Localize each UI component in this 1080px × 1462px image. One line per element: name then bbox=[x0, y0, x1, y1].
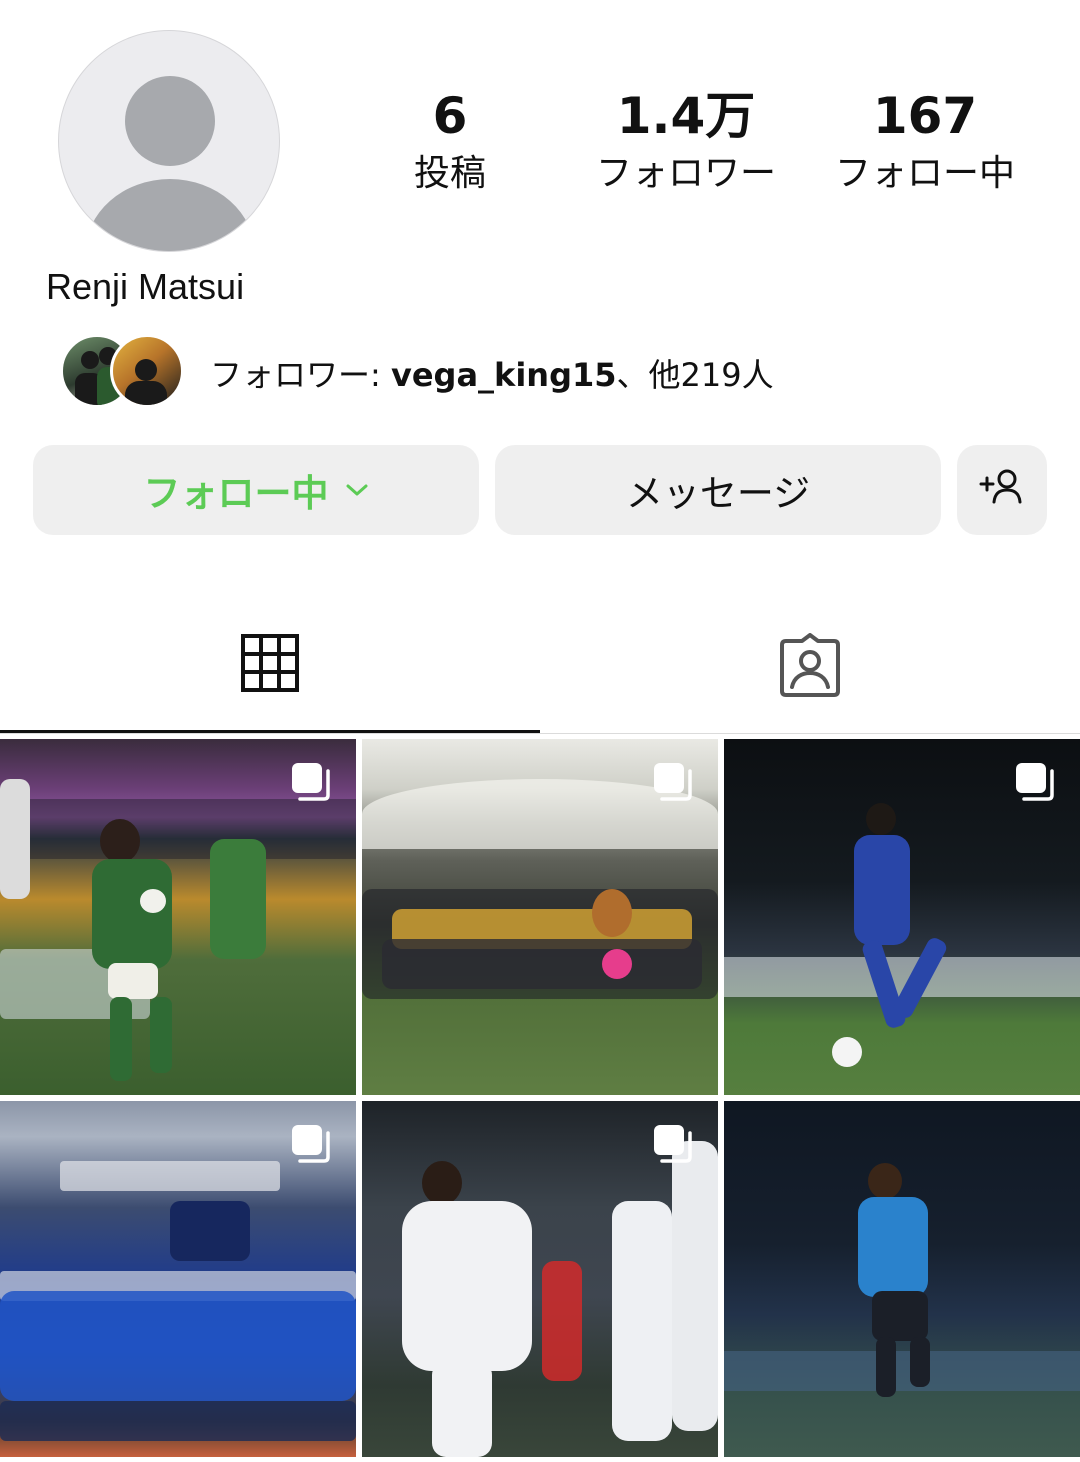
stat-posts[interactable]: 6 投稿 bbox=[380, 86, 520, 202]
post-thumbnail[interactable] bbox=[724, 739, 1080, 1095]
message-button-label: メッセージ bbox=[625, 472, 811, 515]
mutual-followers-text: フォロワー: vega_king15、他219人 bbox=[210, 350, 774, 396]
post-thumbnail[interactable] bbox=[362, 1101, 718, 1457]
following-label: フォロー中 bbox=[834, 153, 1015, 194]
mutual-user-link[interactable]: vega_king15 bbox=[391, 356, 617, 394]
mutual-followers[interactable]: フォロワー: vega_king15、他219人 bbox=[60, 334, 1040, 410]
multiple-photos-icon bbox=[290, 761, 334, 805]
posts-label: 投稿 bbox=[413, 153, 486, 194]
post-thumbnail[interactable] bbox=[724, 1101, 1080, 1457]
profile-name: Renji Matsui bbox=[46, 266, 245, 307]
chevron-down-icon bbox=[345, 475, 369, 505]
tab-tagged[interactable] bbox=[540, 600, 1080, 733]
profile-stats: 6 投稿 1.4万 フォロワー 167 フォロー中 bbox=[0, 86, 1080, 206]
followers-count: 1.4万 bbox=[616, 87, 756, 145]
following-count: 167 bbox=[872, 87, 978, 145]
person-add-icon bbox=[977, 466, 1027, 515]
mutual-prefix: フォロワー: bbox=[210, 356, 391, 394]
message-button[interactable]: メッセージ bbox=[495, 445, 941, 535]
tagged-person-icon bbox=[778, 632, 842, 701]
followers-label: フォロワー bbox=[595, 153, 776, 194]
stat-followers[interactable]: 1.4万 フォロワー bbox=[580, 86, 792, 202]
multiple-photos-icon bbox=[1014, 761, 1058, 805]
stat-following[interactable]: 167 フォロー中 bbox=[820, 86, 1030, 202]
mutual-suffix: 、他219人 bbox=[616, 356, 774, 394]
multiple-photos-icon bbox=[652, 761, 696, 805]
multiple-photos-icon bbox=[652, 1123, 696, 1167]
post-thumbnail[interactable] bbox=[0, 1101, 356, 1457]
post-thumbnail[interactable] bbox=[0, 739, 356, 1095]
profile-tabs bbox=[0, 600, 1080, 734]
mutual-avatar bbox=[110, 334, 184, 408]
post-thumbnail[interactable] bbox=[362, 739, 718, 1095]
add-user-button[interactable] bbox=[957, 445, 1047, 535]
tab-posts-grid[interactable] bbox=[0, 600, 540, 733]
grid-icon bbox=[241, 634, 299, 696]
following-button[interactable]: フォロー中 bbox=[33, 445, 479, 535]
multiple-photos-icon bbox=[290, 1123, 334, 1167]
following-button-label: フォロー中 bbox=[143, 472, 329, 515]
posts-count: 6 bbox=[432, 87, 468, 145]
